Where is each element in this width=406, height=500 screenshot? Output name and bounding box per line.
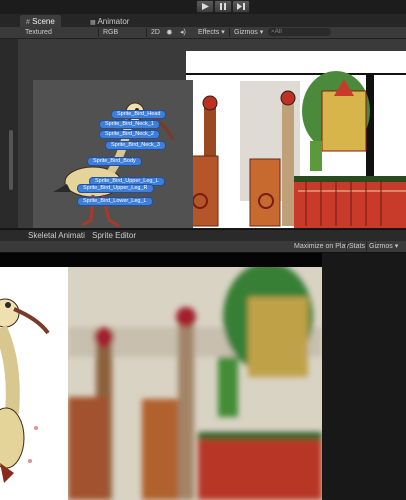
animator-icon: ▦ [90, 20, 96, 26]
bone-label[interactable]: Sprite_Bird_Neck_2 [99, 130, 160, 139]
effects-label: Effects [198, 29, 220, 36]
effects-dropdown[interactable]: Effects ▾ [198, 27, 225, 38]
tab-skeletal-label: Skeletal Animati [28, 231, 85, 240]
grid-icon: # [26, 19, 30, 26]
gizmos-label: Gizmos [234, 29, 258, 36]
stats-label: Stats [349, 243, 365, 250]
play-toolbar [0, 0, 406, 14]
toolbar-divider [98, 28, 99, 37]
maximize-on-play-toggle[interactable]: Maximize on Play [294, 241, 349, 252]
play-button[interactable] [196, 0, 214, 13]
mode-2d-label: 2D [151, 29, 160, 36]
vertical-scrollbar[interactable] [9, 130, 13, 190]
draw-mode-dropdown[interactable]: Textured [25, 27, 52, 38]
audio-toggle[interactable]: ◂) [180, 27, 186, 38]
bone-label[interactable]: Sprite_Bird_Head [111, 110, 167, 119]
tab-animator-label: Animator [97, 17, 130, 26]
speaker-icon: ◂) [180, 29, 186, 36]
game-view[interactable] [0, 253, 322, 500]
chevron-down-icon: ▾ [221, 29, 225, 36]
toolbar-divider [346, 242, 347, 251]
mode-2d-toggle[interactable]: 2D [151, 27, 160, 38]
bird-preview [0, 267, 68, 500]
bone-label[interactable]: Sprite_Bird_Neck_1 [99, 120, 160, 129]
game-gizmos-dropdown[interactable]: Gizmos ▾ [369, 241, 398, 252]
pause-button[interactable] [214, 0, 232, 13]
toolbar-divider [366, 242, 367, 251]
pause-icon [220, 3, 226, 10]
tab-sprite-editor-label: Sprite Editor [92, 231, 137, 240]
render-mode-value: RGB [103, 29, 119, 36]
render-mode-dropdown[interactable]: RGB [103, 27, 118, 38]
chevron-down-icon: ▾ [259, 29, 264, 36]
step-icon [237, 3, 245, 10]
bone-label[interactable]: Sprite_Bird_Upper_Leg_R [77, 184, 154, 193]
toolbar-divider [229, 28, 230, 37]
play-icon [202, 3, 209, 10]
search-input[interactable]: ⌕All [268, 28, 331, 36]
towers-illustration [185, 51, 406, 228]
game-render [68, 262, 322, 500]
game-view-margin [322, 253, 406, 500]
tab-scene-label: Scene [32, 17, 55, 26]
bone-label[interactable]: Sprite_Bird_Neck_3 [105, 141, 166, 150]
game-gizmos-label: Gizmos [369, 243, 393, 250]
sun-icon: ✹ [166, 28, 173, 37]
scene-view[interactable]: Sprite_Bird_Head Sprite_Bird_Neck_1 Spri… [18, 39, 406, 228]
lighting-toggle[interactable]: ✹ [166, 27, 173, 38]
step-button[interactable] [232, 0, 250, 13]
sprite-editor-canvas[interactable]: Sprite_Bird_Head Sprite_Bird_Neck_1 Spri… [33, 80, 193, 228]
toolbar-divider [146, 28, 147, 37]
bone-label[interactable]: Sprite_Bird_Body [87, 157, 142, 166]
stats-toggle[interactable]: Stats [349, 241, 365, 252]
search-placeholder: All [274, 28, 282, 35]
window-tab-row: # Scene ▦ Animator [0, 14, 406, 28]
game-toolbar: Maximize on Play Stats Gizmos ▾ [0, 241, 406, 253]
scene-toolbar: Textured RGB 2D ✹ ◂) Effects ▾ Gizmos ▾ … [0, 27, 406, 39]
background-artwork [185, 51, 406, 228]
chevron-down-icon: ▾ [394, 243, 399, 250]
gizmos-dropdown[interactable]: Gizmos ▾ [234, 27, 263, 38]
bone-label[interactable]: Sprite_Bird_Lower_Leg_L [77, 197, 153, 206]
maximize-on-play-label: Maximize on Play [294, 243, 349, 250]
blurred-scene-render [68, 262, 322, 500]
draw-mode-value: Textured [25, 29, 52, 36]
